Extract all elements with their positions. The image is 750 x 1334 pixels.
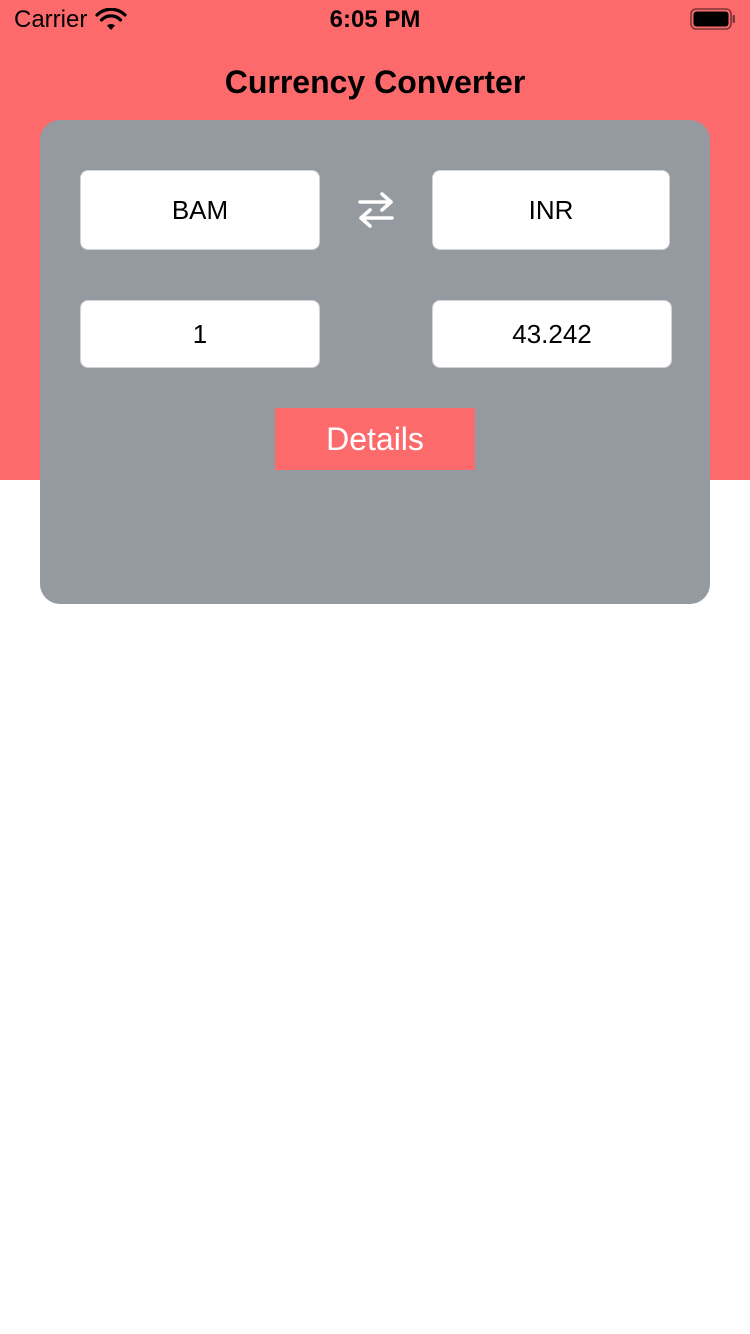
battery-icon bbox=[690, 8, 735, 30]
swap-arrows-icon[interactable] bbox=[354, 190, 398, 230]
to-currency-selector[interactable]: INR bbox=[432, 170, 670, 250]
status-time: 6:05 PM bbox=[329, 6, 421, 33]
amount-value: 1 bbox=[192, 318, 208, 349]
page-title: Currency Converter bbox=[224, 64, 526, 100]
details-button[interactable]: Details bbox=[275, 408, 475, 470]
to-currency-label: INR bbox=[528, 194, 574, 225]
status-bar: Carrier 6:05 PM bbox=[0, 0, 750, 40]
converter-card: BAM INR 1 43.242 Details bbox=[40, 120, 710, 604]
screen: Carrier 6:05 PM Currency Converter BAM I… bbox=[0, 0, 750, 1334]
converted-amount-value: 43.242 bbox=[512, 318, 592, 349]
from-currency-selector[interactable]: BAM bbox=[80, 170, 320, 250]
from-currency-label: BAM bbox=[171, 194, 229, 225]
converted-amount-field[interactable]: 43.242 bbox=[432, 300, 672, 368]
amount-input[interactable]: 1 bbox=[80, 300, 320, 368]
